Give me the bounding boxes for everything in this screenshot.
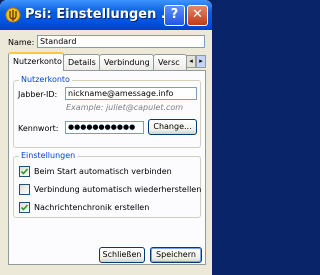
checkmark-icon <box>20 168 29 175</box>
auto-connect-checkbox[interactable] <box>19 166 30 177</box>
tab-nutzerkonto[interactable]: Nutzerkonto <box>8 52 64 71</box>
title-bar[interactable]: Psi: Einstellungen ... ? ✕ <box>0 0 212 30</box>
tab-verbindung[interactable]: Verbindung <box>99 54 154 70</box>
close-button[interactable]: Schließen <box>99 247 145 263</box>
tab-panel-nutzerkonto: Nutzerkonto Jabber-ID: nickname@amessage… <box>8 70 206 265</box>
tab-details[interactable]: Details <box>63 54 100 70</box>
close-window-button[interactable]: ✕ <box>187 5 208 26</box>
tab-scroll-right-icon[interactable]: ▸ <box>196 55 206 68</box>
tab-versc[interactable]: Versc <box>153 54 187 70</box>
settings-group-title: Einstellungen <box>19 151 78 160</box>
save-button[interactable]: Speichern <box>150 247 202 263</box>
account-group-title: Nutzerkonto <box>19 75 72 84</box>
message-history-label[interactable]: Nachrichtenchronik erstellen <box>34 203 149 212</box>
checkmark-icon <box>20 204 29 211</box>
jid-example-hint: Example: juliet@capulet.com <box>66 103 184 112</box>
auto-connect-label[interactable]: Beim Start automatisch verbinden <box>34 167 172 176</box>
psi-app-icon <box>5 7 21 23</box>
tab-scroll-left-icon[interactable]: ◂ <box>186 55 196 68</box>
help-button[interactable]: ? <box>164 5 185 26</box>
password-label: Kennwort: <box>18 124 59 133</box>
settings-group: Einstellungen Beim Start automatisch ver… <box>13 151 201 218</box>
message-history-checkbox[interactable] <box>19 202 30 213</box>
account-group: Nutzerkonto Jabber-ID: nickname@amessage… <box>13 75 201 148</box>
tab-bar: Nutzerkonto Details Verbindung Versc ◂ ▸ <box>8 52 208 71</box>
change-password-button[interactable]: Change... <box>148 119 197 135</box>
name-label: Name: <box>8 38 35 47</box>
settings-window: Psi: Einstellungen ... ? ✕ Name: Standar… <box>0 0 212 275</box>
auto-reconnect-label[interactable]: Verbindung automatisch wiederherstellen <box>34 185 201 194</box>
window-title: Psi: Einstellungen ... <box>25 7 176 22</box>
jid-input[interactable]: nickname@amessage.info <box>65 87 197 100</box>
auto-reconnect-checkbox[interactable] <box>19 184 30 195</box>
jid-label: Jabber-ID: <box>18 90 58 99</box>
name-input[interactable]: Standard <box>37 35 205 48</box>
password-input[interactable]: ●●●●●●●●●●● <box>65 121 144 134</box>
dialog-body: Name: Standard Nutzerkonto Details Verbi… <box>4 30 208 271</box>
